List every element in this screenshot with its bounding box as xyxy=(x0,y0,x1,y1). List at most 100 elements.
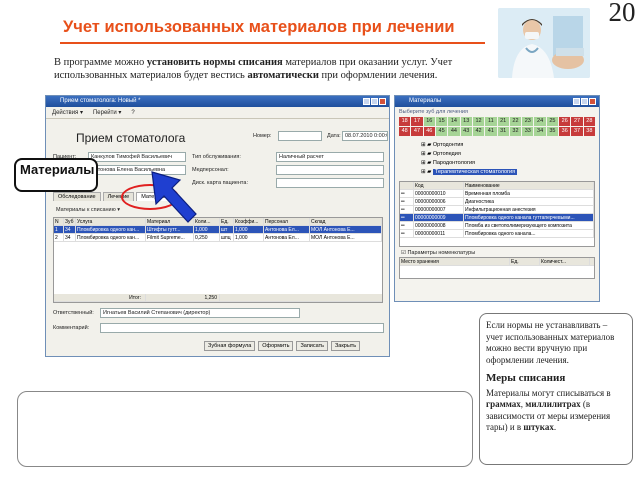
service-type-field[interactable]: Наличный расчет xyxy=(276,152,384,162)
category-tree: ⊞ ▰ Ортодонтия ⊞ ▰ Ортопедия ⊞ ▰ Пародон… xyxy=(395,141,599,177)
window-buttons: Зубная формула Оформить Записать Закрыть xyxy=(204,341,361,351)
page-number: 20 xyxy=(608,0,636,27)
medstaff-field[interactable] xyxy=(276,165,384,175)
tree-item-periodontology[interactable]: ⊞ ▰ Пародонтология xyxy=(395,159,599,168)
tooth-button[interactable]: 23 xyxy=(522,117,534,126)
maximize-icon[interactable] xyxy=(371,98,378,105)
tooth-button[interactable]: 47 xyxy=(411,127,423,136)
comment-field[interactable] xyxy=(100,323,384,333)
tooth-button[interactable]: 21 xyxy=(497,117,509,126)
close-icon[interactable] xyxy=(589,98,596,105)
lower-teeth-row: 48 47 46 45 44 43 42 41 31 32 33 34 35 36 37 38 xyxy=(395,127,599,136)
table-row[interactable]: ═ 00000000006 Диагностика xyxy=(400,198,594,206)
tooth-button[interactable]: 35 xyxy=(546,127,559,136)
minimize-icon[interactable] xyxy=(363,98,370,105)
maximize-icon[interactable] xyxy=(581,98,588,105)
params-table: Место хранения Ед. Количест... xyxy=(399,257,595,279)
tooth-button[interactable]: 45 xyxy=(435,127,448,136)
tooth-button[interactable]: 12 xyxy=(472,117,485,126)
tree-item-orthodontics[interactable]: ⊞ ▰ Ортодонтия xyxy=(395,141,599,150)
actions-menu[interactable]: Действия ▾ xyxy=(52,107,83,118)
table-row[interactable]: ═ 00000000011 Пломбировка одного канала... xyxy=(400,230,594,238)
table-row[interactable]: ═ 00000000009 Пломбировка одного канала гу… xyxy=(400,214,594,222)
tab-examination[interactable]: Обследование xyxy=(53,192,101,201)
number-label: Номер: xyxy=(253,133,272,139)
help-button[interactable]: ? xyxy=(131,107,134,118)
tooth-button[interactable]: 48 xyxy=(399,127,411,136)
discount-card-field[interactable] xyxy=(276,178,384,188)
tooth-button[interactable]: 26 xyxy=(559,117,571,126)
table-row[interactable]: ═ 00000000010 Временная пломба xyxy=(400,190,594,198)
tooth-button[interactable]: 22 xyxy=(509,117,522,126)
tooth-chart-button[interactable]: Зубная формула xyxy=(204,341,256,351)
tooth-button[interactable]: 46 xyxy=(423,127,435,136)
tooth-button[interactable]: 32 xyxy=(509,127,522,136)
minimize-icon[interactable] xyxy=(573,98,580,105)
tooth-button[interactable]: 31 xyxy=(497,127,509,136)
tooth-button[interactable]: 37 xyxy=(571,127,583,136)
materials-writeoff-menu[interactable]: Материалы к списанию ▾ xyxy=(56,207,120,213)
table-row[interactable]: 2 34 Пломбировка одного кан... Filmit Supre… xyxy=(54,234,382,242)
table-row[interactable]: 1 34 Пломбировка одного кан... Штифты гутт.… xyxy=(54,226,382,234)
tree-item-orthopedics[interactable]: ⊞ ▰ Ортопедия xyxy=(395,150,599,159)
title-underline xyxy=(60,42,485,44)
writeoff-measures-heading: Меры списания xyxy=(486,372,566,384)
services-header: Код Наименование xyxy=(400,182,594,190)
tooth-button[interactable]: 36 xyxy=(559,127,571,136)
tooth-button[interactable]: 44 xyxy=(448,127,460,136)
tooth-button[interactable]: 13 xyxy=(460,117,472,126)
tooth-button[interactable]: 16 xyxy=(423,117,435,126)
window-titlebar: Прием стоматолога: Новый * xyxy=(46,96,389,107)
table-footer: Итог: 1,250 xyxy=(54,294,382,302)
tooth-button[interactable]: 41 xyxy=(485,127,497,136)
table-row[interactable]: ═ 00000000008 Пломба из светополимеризующе… xyxy=(400,222,594,230)
close-icon[interactable] xyxy=(379,98,386,105)
materials-callout: Материалы xyxy=(14,158,98,192)
params-header: Место хранения Ед. Количест... xyxy=(400,258,594,266)
table-row[interactable]: ═ 00000000007 Инфильтрационная анестезия xyxy=(400,206,594,214)
date-label: Дата: xyxy=(327,133,341,139)
tooth-button[interactable]: 34 xyxy=(534,127,546,136)
services-table: Код Наименование ═ 00000000010 Временная пл… xyxy=(399,181,595,247)
tooth-button[interactable]: 33 xyxy=(522,127,534,136)
tooth-button[interactable]: 28 xyxy=(583,117,595,126)
tooth-button[interactable]: 38 xyxy=(583,127,595,136)
responsible-label: Ответственный: xyxy=(53,310,94,316)
manual-accounting-text: Если нормы не устанавливать – учет испол… xyxy=(486,320,615,365)
close-button[interactable]: Закрыть xyxy=(330,341,361,351)
tooth-button[interactable]: 24 xyxy=(534,117,546,126)
document-title: Прием стоматолога xyxy=(76,131,186,145)
number-field[interactable] xyxy=(278,131,322,141)
materials-titlebar: Материалы xyxy=(395,96,599,107)
upper-teeth-row: 18 17 16 15 14 13 12 11 21 22 23 24 25 26 27 28 xyxy=(395,117,599,126)
comment-label: Комментарий: xyxy=(53,325,90,331)
materials-window: Материалы Выберите зуб для лечения 18 17 1… xyxy=(394,95,600,302)
units-text: Материалы могут списываться в граммах, м… xyxy=(486,387,611,433)
page-title: Учет использованных материалов при лечен… xyxy=(63,18,455,36)
window-toolbar: Действия ▾ Перейти ▾ ? xyxy=(46,107,389,119)
tooth-button[interactable]: 15 xyxy=(435,117,448,126)
tooth-button[interactable]: 42 xyxy=(472,127,485,136)
nomenclature-params-toggle[interactable]: ☑ Параметры номенклатуры xyxy=(395,247,599,257)
dentist-photo xyxy=(498,8,590,78)
tree-item-therapeutic[interactable]: ⊞ ▰ Терапевтическая стоматология xyxy=(395,168,599,177)
save-button[interactable]: Записать xyxy=(296,341,328,351)
tooth-button[interactable]: 11 xyxy=(485,117,497,126)
materials-table: N Зуб Услуга Материал Коли... Ед. Коэффи... Пер… xyxy=(53,217,383,303)
service-type-label: Тип обслуживания: xyxy=(192,154,241,160)
tooth-button[interactable]: 18 xyxy=(399,117,411,126)
tooth-button[interactable]: 43 xyxy=(460,127,472,136)
process-button[interactable]: Оформить xyxy=(258,341,294,351)
dental-visit-window: Прием стоматолога: Новый * Действия ▾ Пе… xyxy=(45,95,390,357)
pointer-arrow-icon xyxy=(151,171,197,223)
tooth-button[interactable]: 25 xyxy=(546,117,559,126)
norms-emphasis: установить нормы списания xyxy=(146,57,283,68)
goto-menu[interactable]: Перейти ▾ xyxy=(93,107,121,118)
tooth-button[interactable]: 14 xyxy=(448,117,460,126)
responsible-field[interactable]: Игнатьев Василий Степанович (директор) xyxy=(100,308,300,318)
tooth-button[interactable]: 17 xyxy=(411,117,423,126)
patient-field[interactable]: Канкулов Тимофей Васильевич xyxy=(88,152,186,162)
tooth-button[interactable]: 27 xyxy=(571,117,583,126)
empty-text-box xyxy=(17,391,473,467)
date-field[interactable]: 08.07.2010 0:00:00 xyxy=(342,131,388,141)
